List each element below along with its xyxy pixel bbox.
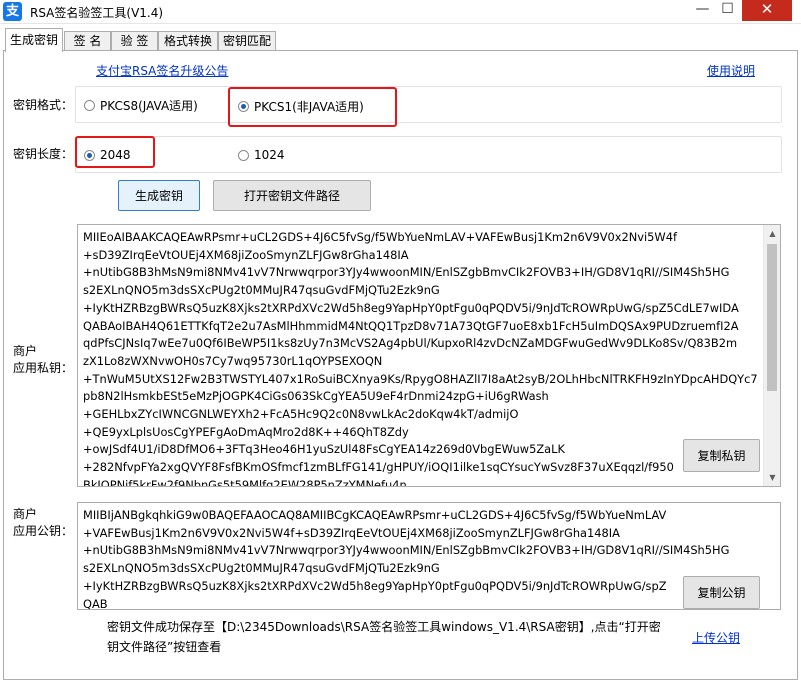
radio-pkcs8[interactable]: PKCS8(JAVA适用)	[84, 97, 198, 114]
radio-pkcs1[interactable]: PKCS1(非JAVA适用)	[238, 98, 364, 115]
alipay-app-icon: 支	[3, 2, 22, 21]
public-key-textarea[interactable]: MIIBIjANBgkqhkiG9w0BAQEFAAOCAQ8AMIIBCgKC…	[77, 502, 781, 610]
scroll-thumb[interactable]	[767, 244, 777, 391]
radio-2048-label: 2048	[100, 148, 131, 162]
radio-pkcs1-label: PKCS1(非JAVA适用)	[254, 100, 364, 114]
private-key-label: 商户 应用私钥：	[13, 344, 74, 375]
window-title: RSA签名验签工具(V1.4)	[30, 6, 164, 20]
private-key-scrollbar[interactable]: ▲ ▼	[763, 225, 780, 486]
key-length-label: 密钥长度：	[13, 147, 74, 161]
public-key-label: 商户 应用公钥：	[13, 507, 74, 538]
public-key-text: MIIBIjANBgkqhkiG9w0BAQEFAAOCAQ8AMIIBCgKC…	[83, 508, 730, 610]
close-button[interactable]: ✕	[742, 0, 792, 21]
scroll-up-arrow-icon[interactable]: ▲	[764, 225, 780, 242]
tab-key-match[interactable]: 密钥匹配	[218, 31, 276, 51]
title-bar: 支 RSA签名验签工具(V1.4) — ☐ ✕	[0, 0, 801, 24]
key-length-group	[75, 136, 782, 173]
minimize-button[interactable]: —	[690, 0, 715, 21]
tab-sign[interactable]: 签 名	[64, 31, 111, 51]
upload-public-key-link[interactable]: 上传公钥	[692, 629, 740, 646]
open-key-path-button[interactable]: 打开密钥文件路径	[213, 180, 371, 211]
scroll-down-arrow-icon[interactable]: ▼	[764, 469, 780, 486]
usage-link[interactable]: 使用说明	[707, 62, 755, 79]
radio-selected-icon	[84, 149, 95, 161]
radio-pkcs8-label: PKCS8(JAVA适用)	[100, 99, 198, 113]
save-status-message: 密钥文件成功保存至【D:\2345Downloads\RSA签名验签工具wind…	[107, 620, 661, 654]
tab-generate-key[interactable]: 生成密钥	[5, 28, 63, 52]
generate-key-button[interactable]: 生成密钥	[118, 180, 200, 211]
key-format-label: 密钥格式：	[13, 98, 74, 112]
radio-selected-icon	[238, 101, 249, 112]
copy-private-key-button[interactable]: 复制私钥	[683, 439, 760, 472]
tab-format-convert[interactable]: 格式转换	[158, 31, 218, 51]
announcement-link[interactable]: 支付宝RSA签名升级公告	[96, 62, 228, 79]
radio-circle-icon	[84, 100, 95, 111]
private-key-text: MIIEoAIBAAKCAQEAwRPsmr+uCL2GDS+4J6C5fvSg…	[83, 230, 758, 487]
tab-verify[interactable]: 验 签	[111, 31, 158, 51]
radio-1024-label: 1024	[254, 148, 285, 162]
radio-1024[interactable]: 1024	[238, 148, 285, 162]
radio-circle-icon	[238, 149, 249, 161]
private-key-textarea[interactable]: MIIEoAIBAAKCAQEAwRPsmr+uCL2GDS+4J6C5fvSg…	[77, 224, 781, 487]
maximize-button[interactable]: ☐	[715, 0, 740, 21]
radio-2048[interactable]: 2048	[84, 148, 131, 162]
copy-public-key-button[interactable]: 复制公钥	[683, 576, 760, 609]
